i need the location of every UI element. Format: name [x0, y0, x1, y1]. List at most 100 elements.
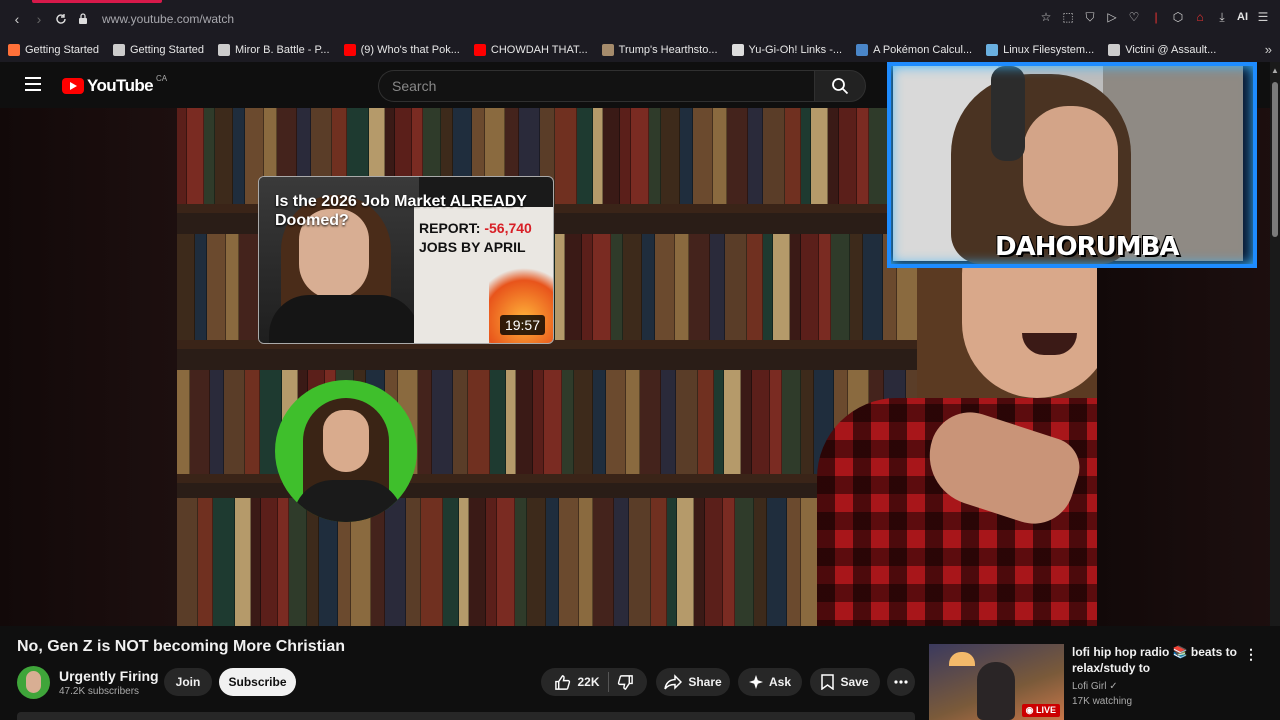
menu-icon[interactable]: ☰	[1256, 10, 1270, 24]
ai-button[interactable]: AI	[1237, 11, 1248, 23]
book-spine	[754, 498, 767, 626]
book-spine	[714, 370, 724, 474]
screenshot-icon[interactable]: ⬚	[1061, 10, 1075, 24]
book-spine	[651, 498, 667, 626]
recommendation-thumbnail[interactable]: ◉ LIVE	[929, 644, 1064, 720]
book-spine	[261, 498, 278, 626]
more-horizontal-icon	[894, 680, 908, 684]
book-spine	[559, 498, 579, 626]
bookmark-favicon-icon	[986, 44, 999, 56]
bookmark-item[interactable]: A Pokémon Calcul...	[856, 44, 972, 56]
channel-avatar[interactable]	[17, 666, 50, 699]
book-spine	[741, 370, 752, 474]
scroll-up-icon[interactable]: ▲	[1271, 66, 1279, 75]
book-spine	[614, 498, 629, 626]
play-icon[interactable]: ▷	[1105, 10, 1119, 24]
address-bar[interactable]: www.youtube.com/watch	[102, 12, 234, 26]
book-spine	[468, 370, 490, 474]
account-icon[interactable]: ⌂	[1193, 10, 1207, 24]
bookmark-item[interactable]: (9) Who's that Pok...	[343, 44, 460, 56]
bookmark-item[interactable]: Getting Started	[8, 44, 99, 56]
like-button[interactable]: 22K	[554, 674, 600, 691]
book-spine	[195, 234, 207, 340]
bookmark-label: Trump's Hearthsto...	[618, 44, 718, 56]
book-spine	[574, 370, 593, 474]
hamburger-menu-icon[interactable]	[25, 77, 41, 91]
search-input[interactable]: Search	[378, 70, 814, 102]
book-spine	[459, 498, 469, 626]
book-spine	[235, 498, 251, 626]
report-sub: JOBS BY APRIL	[419, 239, 526, 255]
bookmark-label: CHOWDAH THAT...	[490, 44, 588, 56]
bookmark-item[interactable]: Miror B. Battle - P...	[218, 44, 330, 56]
description-box-edge[interactable]	[17, 712, 915, 720]
book-spine	[406, 498, 421, 626]
browser-extensions: ☆ ⬚ ⛉ ▷ ♡ | ⬡ ⌂ ⤓ AI ☰	[1039, 10, 1270, 24]
save-label: Save	[840, 675, 869, 689]
book-spine	[693, 108, 713, 204]
page-scrollbar[interactable]: ▲	[1270, 62, 1280, 632]
book-spine	[770, 370, 782, 474]
recommendation-title[interactable]: lofi hip hop radio 📚 beats to relax/stud…	[1072, 644, 1237, 676]
shield-icon[interactable]: ⛉	[1083, 10, 1097, 24]
country-code: CA	[156, 73, 168, 83]
back-button[interactable]: ‹	[6, 8, 28, 30]
more-actions-button[interactable]	[887, 668, 915, 696]
bookmark-label: Victini @ Assault...	[1125, 44, 1217, 56]
book-spine	[516, 370, 533, 474]
video-card[interactable]: REPORT: -56,740 JOBS BY APRIL Is the 202…	[258, 176, 554, 344]
bookmark-label: A Pokémon Calcul...	[873, 44, 973, 56]
thumbs-down-icon[interactable]	[617, 674, 634, 691]
book-spine	[577, 108, 593, 204]
book-spine	[579, 498, 593, 626]
bookmark-favicon-icon	[113, 44, 125, 56]
bookmark-item[interactable]: CHOWDAH THAT...	[473, 44, 588, 56]
forward-button[interactable]: ›	[28, 8, 50, 30]
recommendation-menu-icon[interactable]: ⋮	[1244, 646, 1258, 663]
join-button[interactable]: Join	[164, 668, 212, 696]
youtube-logo[interactable]: YouTube CA	[62, 73, 168, 96]
book-spine	[626, 370, 640, 474]
ask-button[interactable]: Ask	[738, 668, 802, 696]
bookmark-item[interactable]: Yu-Gi-Oh! Links -...	[731, 44, 842, 56]
search-button[interactable]	[814, 70, 866, 102]
live-label: LIVE	[1035, 705, 1056, 715]
book-spine	[723, 498, 735, 626]
book-spine	[773, 234, 790, 340]
book-spine	[649, 108, 661, 204]
bookmark-favicon-icon	[856, 44, 869, 56]
lock-icon[interactable]	[72, 8, 94, 30]
youtube-wordmark: YouTube	[87, 76, 154, 95]
bookmark-label: Linux Filesystem...	[1003, 44, 1095, 56]
save-button[interactable]: Save	[810, 668, 880, 696]
bookmark-item[interactable]: Victini @ Assault...	[1108, 44, 1216, 56]
subscribe-button[interactable]: Subscribe	[219, 668, 296, 696]
share-button[interactable]: Share	[656, 668, 730, 696]
bookmark-label: (9) Who's that Pok...	[360, 44, 460, 56]
book-spine	[593, 108, 603, 204]
book-spine	[213, 498, 235, 626]
book-spine	[593, 498, 614, 626]
scrollbar-thumb[interactable]	[1272, 82, 1278, 237]
book-spine	[782, 370, 801, 474]
book-spine	[453, 370, 468, 474]
recommendation-channel[interactable]: Lofi Girl ✓	[1072, 681, 1118, 692]
book-spine	[752, 370, 770, 474]
download-icon[interactable]: ⤓	[1215, 10, 1229, 24]
bookmark-item[interactable]: Trump's Hearthsto...	[601, 44, 718, 56]
extensions-icon[interactable]: ⬡	[1171, 10, 1185, 24]
share-icon	[664, 674, 683, 690]
bookmark-star-icon[interactable]: ☆	[1039, 10, 1053, 24]
book-spine	[785, 108, 801, 204]
book-spine	[207, 234, 226, 340]
bookmarks-overflow-icon[interactable]: »	[1265, 42, 1272, 57]
bookmark-item[interactable]: Linux Filesystem...	[986, 44, 1094, 56]
heart-icon[interactable]: ♡	[1127, 10, 1141, 24]
bookmarks-bar: Getting Started Getting Started Miror B. B…	[0, 38, 1280, 62]
reload-button[interactable]	[50, 8, 72, 30]
subscriber-count: 47.2K subscribers	[59, 686, 140, 697]
bookmark-item[interactable]: Getting Started	[113, 44, 204, 56]
channel-name[interactable]: Urgently Firing	[59, 668, 159, 684]
book-spine	[593, 234, 611, 340]
lofi-girl-image	[977, 662, 1015, 720]
